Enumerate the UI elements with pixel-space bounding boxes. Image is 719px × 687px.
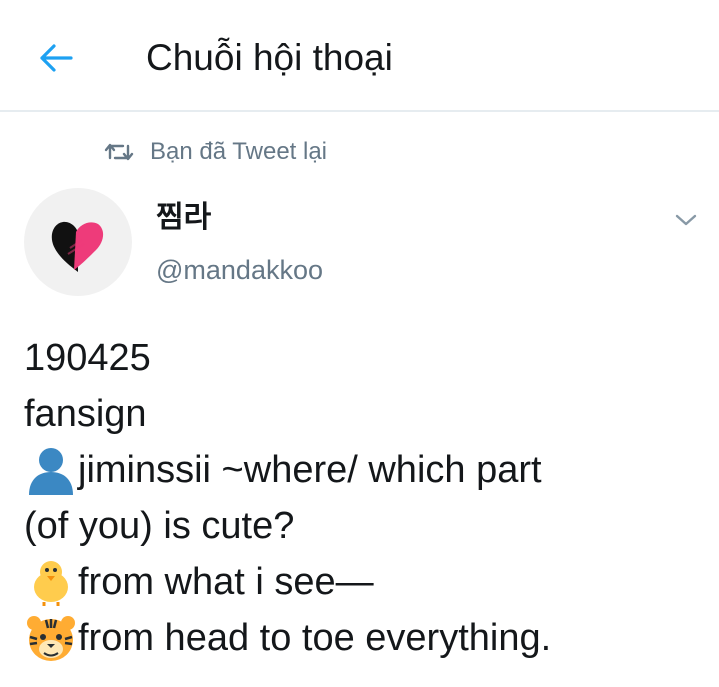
header-bar: Chuỗi hội thoại bbox=[0, 0, 719, 112]
retweet-indicator: Bạn đã Tweet lại bbox=[104, 136, 327, 168]
tweet-line-text: fansign bbox=[24, 393, 147, 435]
arrow-left-icon bbox=[40, 44, 73, 72]
tweet-line: (of you) is cute? bbox=[24, 498, 714, 554]
tweet-line: from what i see— bbox=[24, 554, 714, 610]
tweet-line: 190425 bbox=[24, 330, 714, 386]
tweet-line: from head to toe everything. bbox=[24, 610, 714, 666]
page-title: Chuỗi hội thoại bbox=[146, 37, 393, 78]
tweet-line: jiminssii ~where/ which part bbox=[24, 442, 714, 498]
author-handle[interactable]: @mandakkoo bbox=[156, 253, 323, 287]
heart-avatar-image bbox=[51, 221, 104, 272]
tweet-text: 190425 fansign jiminssii ~where/ which p… bbox=[24, 330, 714, 666]
tiger-face-emoji bbox=[27, 616, 75, 661]
author-display-name[interactable]: 찜라 bbox=[156, 200, 211, 236]
back-button[interactable] bbox=[34, 38, 78, 78]
retweet-icon bbox=[104, 143, 134, 161]
retweet-label: Bạn đã Tweet lại bbox=[150, 138, 328, 165]
tweet-line-text: 190425 bbox=[24, 337, 151, 379]
tweet-line-text: (of you) is cute? bbox=[24, 505, 295, 547]
avatar[interactable] bbox=[24, 188, 132, 296]
tweet-line-text: jiminssii ~where/ which part bbox=[78, 449, 542, 491]
tweet-line-text: from what i see— bbox=[78, 561, 374, 603]
bust-in-silhouette-emoji bbox=[29, 448, 73, 495]
chevron-down-icon bbox=[675, 214, 697, 226]
baby-chick-emoji bbox=[34, 561, 68, 606]
tweet-menu-button[interactable] bbox=[670, 206, 702, 234]
tweet-line-text: from head to toe everything. bbox=[78, 617, 552, 659]
tweet-line: fansign bbox=[24, 386, 714, 442]
